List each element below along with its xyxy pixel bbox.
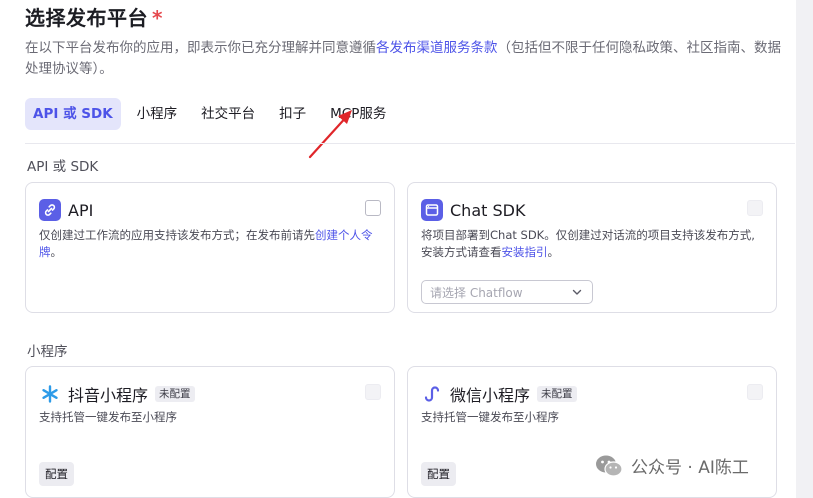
- watermark: 公众号 · AI陈工: [595, 453, 749, 478]
- wechat-config-button[interactable]: 配置: [421, 462, 456, 486]
- card-api-desc-suffix: 。: [50, 245, 63, 259]
- vertical-scrollbar[interactable]: [796, 0, 813, 498]
- chatflow-select[interactable]: 请选择 Chatflow: [421, 280, 593, 304]
- wechat-mini-program-icon: [421, 383, 443, 405]
- publish-platform-page: 选择发布平台 * 在以下平台发布你的应用，即表示你已充分理解并同意遵循各发布渠道服…: [0, 0, 813, 498]
- page-title: 选择发布平台 *: [25, 2, 163, 31]
- wechat-logo-icon: [596, 455, 623, 477]
- required-mark: *: [152, 6, 163, 30]
- card-wechat-checkbox[interactable]: [747, 384, 763, 400]
- card-douyin-header: 抖音小程序 未配置: [39, 382, 195, 406]
- douyin-config-button[interactable]: 配置: [39, 462, 74, 486]
- section-label-api-sdk: API 或 SDK: [27, 159, 99, 175]
- card-wechat-title: 微信小程序: [450, 386, 531, 405]
- card-chat-sdk-checkbox[interactable]: [747, 200, 763, 216]
- tabs-divider: [25, 143, 795, 144]
- card-wechat-description: 支持托管一键发布至小程序: [421, 410, 559, 424]
- tab-mini-program[interactable]: 小程序: [129, 98, 186, 130]
- card-douyin-title: 抖音小程序: [68, 386, 149, 405]
- section-label-mini-program: 小程序: [27, 344, 68, 360]
- status-badge: 未配置: [537, 386, 577, 402]
- card-api[interactable]: API 仅创建过工作流的应用支持该发布方式；在发布前请先创建个人令牌。: [25, 182, 395, 313]
- douyin-mini-program-icon: [39, 383, 61, 405]
- card-api-title: API: [68, 200, 94, 220]
- link-icon: [39, 199, 61, 221]
- card-wechat-mini-program[interactable]: 微信小程序 未配置 支持托管一键发布至小程序 配置: [407, 366, 777, 498]
- terms-description-prefix: 在以下平台发布你的应用，即表示你已充分理解并同意遵循: [25, 40, 376, 56]
- install-guide-link[interactable]: 安装指引: [502, 245, 548, 259]
- status-badge: 未配置: [155, 386, 195, 402]
- card-chat-sdk-title: Chat SDK: [450, 200, 526, 220]
- card-chat-sdk-desc-suffix: 。: [547, 245, 560, 259]
- page-title-text: 选择发布平台: [25, 6, 148, 30]
- card-api-description: 仅创建过工作流的应用支持该发布方式；在发布前请先创建个人令牌。: [39, 227, 384, 261]
- card-chat-sdk-header: Chat SDK: [421, 198, 525, 222]
- card-chat-sdk-description: 将项目部署到Chat SDK。仅创建过对话流的项目支持该发布方式,安装方式请查看…: [421, 227, 766, 261]
- annotation-arrow-icon: [308, 110, 352, 159]
- card-douyin-mini-program[interactable]: 抖音小程序 未配置 支持托管一键发布至小程序 配置: [25, 366, 395, 498]
- tab-social-platform[interactable]: 社交平台: [193, 98, 263, 130]
- terms-link[interactable]: 各发布渠道服务条款: [376, 40, 498, 56]
- terms-description: 在以下平台发布你的应用，即表示你已充分理解并同意遵循各发布渠道服务条款（包括但不…: [25, 38, 785, 80]
- card-douyin-description: 支持托管一键发布至小程序: [39, 410, 177, 424]
- chevron-down-icon: [572, 289, 582, 295]
- card-api-header: API: [39, 198, 93, 222]
- card-api-checkbox[interactable]: [365, 200, 381, 216]
- chatflow-select-placeholder: 请选择 Chatflow: [430, 285, 523, 300]
- card-douyin-checkbox[interactable]: [365, 384, 381, 400]
- card-chat-sdk[interactable]: Chat SDK 将项目部署到Chat SDK。仅创建过对话流的项目支持该发布方…: [407, 182, 777, 313]
- window-icon: [421, 199, 443, 221]
- card-api-desc-prefix: 仅创建过工作流的应用支持该发布方式；在发布前请先: [39, 228, 315, 242]
- card-wechat-header: 微信小程序 未配置: [421, 382, 577, 406]
- tab-api-sdk[interactable]: API 或 SDK: [25, 98, 121, 130]
- watermark-text: 公众号 · AI陈工: [631, 458, 749, 478]
- card-chat-sdk-desc-prefix: 将项目部署到Chat SDK。仅创建过对话流的项目支持该发布方式,安装方式请查看: [421, 228, 755, 259]
